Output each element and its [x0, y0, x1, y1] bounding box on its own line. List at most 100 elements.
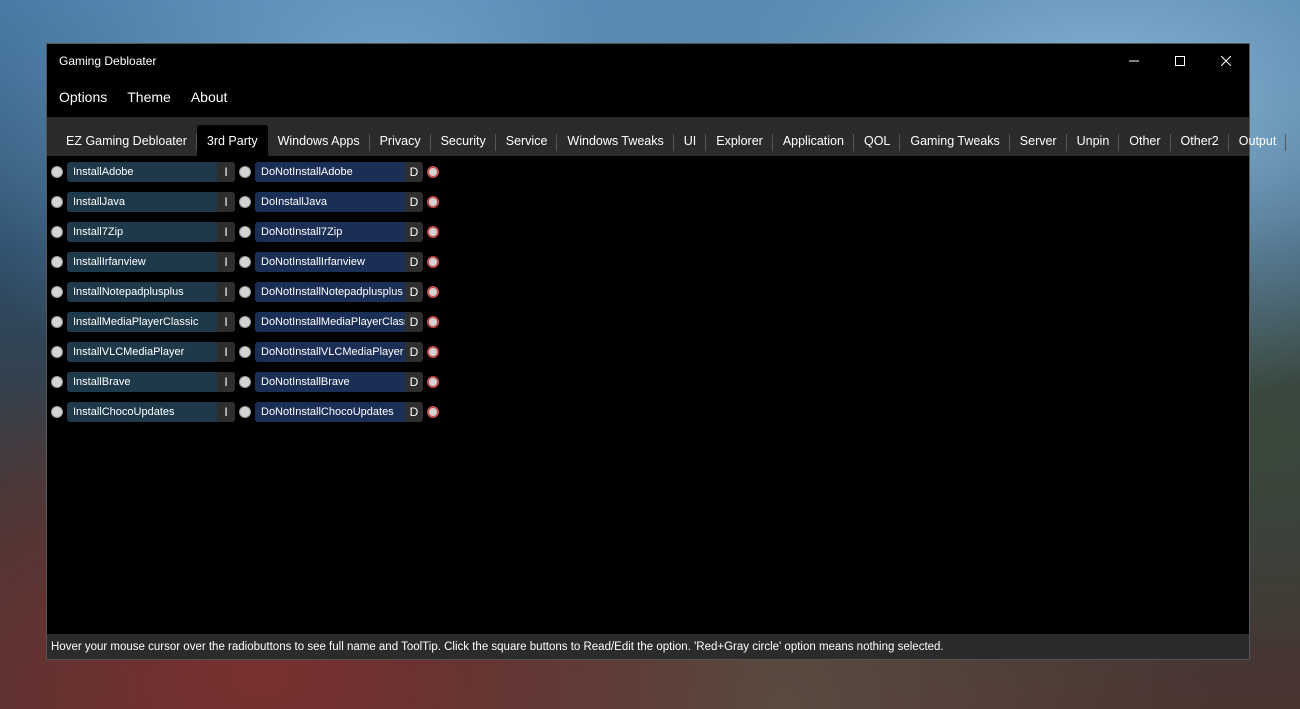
install-option-label[interactable]: InstallJava [67, 192, 217, 212]
window-controls [1111, 44, 1249, 77]
install-radio[interactable] [51, 376, 63, 388]
tab-ez-gaming-debloater[interactable]: EZ Gaming Debloater [56, 125, 197, 156]
tab-service[interactable]: Service [496, 125, 558, 156]
option-row: InstallVLCMediaPlayer I DoNotInstallVLCMed… [51, 342, 439, 362]
window-title: Gaming Debloater [59, 53, 157, 68]
tab-qol[interactable]: QOL [854, 125, 901, 156]
minimize-button[interactable] [1111, 44, 1157, 77]
install-option-label[interactable]: InstallIrfanview [67, 252, 217, 272]
install-edit-button[interactable]: I [217, 252, 235, 272]
maximize-button[interactable] [1157, 44, 1203, 77]
nothing-selected-indicator [427, 256, 439, 268]
dont-install-radio[interactable] [239, 256, 251, 268]
option-row: InstallAdobe I DoNotInstallAdobe D [51, 162, 439, 182]
install-edit-button[interactable]: I [217, 222, 235, 242]
option-row: InstallNotepadplusplus I DoNotInstallNotep… [51, 282, 439, 302]
close-button[interactable] [1203, 44, 1249, 77]
app-window: Gaming Debloater Options Theme About EZ … [46, 43, 1286, 660]
tab-windows-apps[interactable]: Windows Apps [268, 125, 370, 156]
status-text: Hover your mouse cursor over the radiobu… [51, 640, 944, 653]
tab-ui[interactable]: UI [674, 125, 707, 156]
install-radio[interactable] [51, 286, 63, 298]
dont-install-edit-button[interactable]: D [405, 162, 423, 182]
dont-install-edit-button[interactable]: D [405, 312, 423, 332]
install-option-label[interactable]: InstallVLCMediaPlayer [67, 342, 217, 362]
install-radio[interactable] [51, 346, 63, 358]
install-option-label[interactable]: InstallNotepadplusplus [67, 282, 217, 302]
dont-install-option-label[interactable]: DoNotInstallChocoUpdates [255, 402, 405, 422]
dont-install-edit-button[interactable]: D [405, 192, 423, 212]
install-radio[interactable] [51, 256, 63, 268]
tab-privacy[interactable]: Privacy [370, 125, 431, 156]
dont-install-option-label[interactable]: DoNotInstallMediaPlayerClassic [255, 312, 405, 332]
nothing-selected-indicator [427, 166, 439, 178]
option-row: InstallIrfanview I DoNotInstallIrfanview D [51, 252, 439, 272]
tab-server[interactable]: Server [1010, 125, 1067, 156]
dont-install-edit-button[interactable]: D [405, 402, 423, 422]
install-option-label[interactable]: InstallChocoUpdates [67, 402, 217, 422]
install-option-label[interactable]: Install7Zip [67, 222, 217, 242]
options-panel: InstallAdobe I DoNotInstallAdobe D InstallJa… [47, 156, 1249, 635]
tab-security[interactable]: Security [431, 125, 496, 156]
install-option-label[interactable]: InstallBrave [67, 372, 217, 392]
install-edit-button[interactable]: I [217, 282, 235, 302]
install-option-label[interactable]: InstallAdobe [67, 162, 217, 182]
option-row: Install7Zip I DoNotInstall7Zip D [51, 222, 439, 242]
dont-install-radio[interactable] [239, 196, 251, 208]
tab-application[interactable]: Application [773, 125, 855, 156]
dont-install-radio[interactable] [239, 226, 251, 238]
dont-install-radio[interactable] [239, 166, 251, 178]
dont-install-option-label[interactable]: DoNotInstallNotepadplusplus [255, 282, 405, 302]
dont-install-option-label[interactable]: DoNotInstallVLCMediaPlayer [255, 342, 405, 362]
dont-install-radio[interactable] [239, 316, 251, 328]
menu-theme[interactable]: Theme [127, 85, 171, 109]
install-radio[interactable] [51, 166, 63, 178]
dont-install-option-label[interactable]: DoInstallJava [255, 192, 405, 212]
install-edit-button[interactable]: I [217, 162, 235, 182]
menu-options[interactable]: Options [59, 85, 107, 109]
install-radio[interactable] [51, 196, 63, 208]
dont-install-option-label[interactable]: DoNotInstallAdobe [255, 162, 405, 182]
option-row: InstallChocoUpdates I DoNotInstallChocoUpd… [51, 402, 439, 422]
install-radio[interactable] [51, 226, 63, 238]
dont-install-edit-button[interactable]: D [405, 222, 423, 242]
nothing-selected-indicator [427, 346, 439, 358]
dont-install-radio[interactable] [239, 406, 251, 418]
install-edit-button[interactable]: I [217, 402, 235, 422]
tab-output[interactable]: Output [1229, 125, 1287, 156]
dont-install-edit-button[interactable]: D [405, 252, 423, 272]
tab-windows-tweaks[interactable]: Windows Tweaks [557, 125, 675, 156]
option-row: InstallBrave I DoNotInstallBrave D [51, 372, 439, 392]
title-bar[interactable]: Gaming Debloater [47, 44, 1249, 77]
dont-install-option-label[interactable]: DoNotInstallIrfanview [255, 252, 405, 272]
nothing-selected-indicator [427, 196, 439, 208]
tab-other2[interactable]: Other2 [1171, 125, 1229, 156]
nothing-selected-indicator [427, 316, 439, 328]
install-edit-button[interactable]: I [217, 372, 235, 392]
install-edit-button[interactable]: I [217, 312, 235, 332]
dont-install-edit-button[interactable]: D [405, 282, 423, 302]
dont-install-option-label[interactable]: DoNotInstall7Zip [255, 222, 405, 242]
install-option-label[interactable]: InstallMediaPlayerClassic [67, 312, 217, 332]
dont-install-radio[interactable] [239, 286, 251, 298]
option-row: InstallMediaPlayerClassic I DoNotInstallMe… [51, 312, 439, 332]
option-row: InstallJava I DoInstallJava D [51, 192, 439, 212]
nothing-selected-indicator [427, 226, 439, 238]
install-edit-button[interactable]: I [217, 192, 235, 212]
dont-install-edit-button[interactable]: D [405, 342, 423, 362]
dont-install-option-label[interactable]: DoNotInstallBrave [255, 372, 405, 392]
nothing-selected-indicator [427, 406, 439, 418]
dont-install-radio[interactable] [239, 376, 251, 388]
install-radio[interactable] [51, 406, 63, 418]
dont-install-edit-button[interactable]: D [405, 372, 423, 392]
tab-explorer[interactable]: Explorer [706, 125, 773, 156]
maximize-icon [1175, 55, 1185, 66]
tab-3rd-party[interactable]: 3rd Party [196, 125, 268, 156]
menu-about[interactable]: About [191, 85, 228, 109]
dont-install-radio[interactable] [239, 346, 251, 358]
install-edit-button[interactable]: I [217, 342, 235, 362]
tab-gaming-tweaks[interactable]: Gaming Tweaks [900, 125, 1011, 156]
tab-other[interactable]: Other [1119, 125, 1171, 156]
install-radio[interactable] [51, 316, 63, 328]
tab-unpin[interactable]: Unpin [1067, 125, 1120, 156]
